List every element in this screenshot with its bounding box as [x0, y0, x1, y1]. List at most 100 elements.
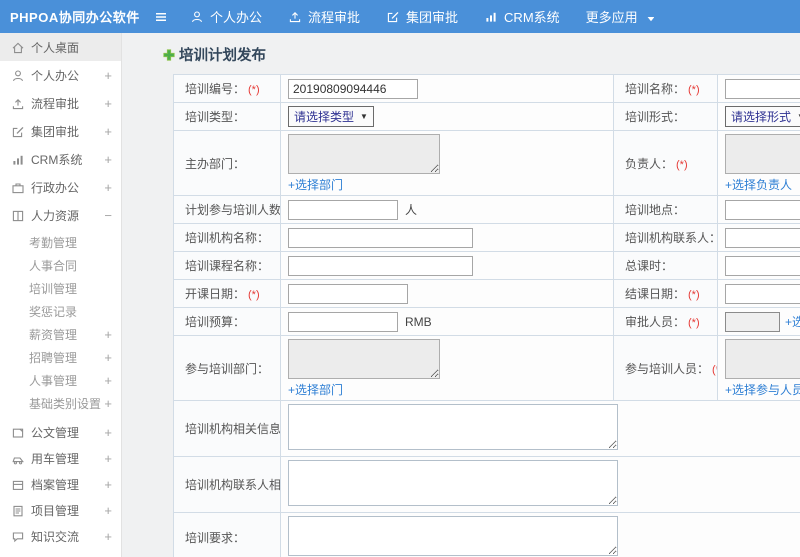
- form-row: 培训要求：: [173, 512, 800, 557]
- select-leader-link[interactable]: +选择负责人: [725, 176, 792, 193]
- sidebar-subitem-personnel[interactable]: 人事管理 +: [0, 369, 121, 392]
- requirements-textarea[interactable]: [288, 515, 618, 556]
- sidebar-subitem-base-category[interactable]: 基础类别设置 +: [0, 392, 121, 415]
- expand-icon[interactable]: +: [104, 180, 112, 195]
- contact-info-textarea[interactable]: [288, 460, 618, 506]
- sidebar-item-official-doc[interactable]: 公文管理 +: [0, 419, 121, 445]
- archive-icon: [12, 480, 24, 490]
- nav-group-approval[interactable]: 集团审批: [386, 7, 458, 26]
- expand-icon[interactable]: +: [104, 96, 112, 111]
- budget-input[interactable]: [288, 311, 398, 332]
- select-approver-link[interactable]: +选择审批人员: [785, 315, 800, 329]
- leader-label: 负责人： (*): [613, 130, 718, 196]
- form-row: 培训课程名称： 总课时：: [173, 251, 800, 280]
- expand-icon[interactable]: +: [104, 68, 112, 83]
- start-date-label: 开课日期： (*): [173, 279, 281, 308]
- sidebar-item-project[interactable]: 项目管理 +: [0, 497, 121, 523]
- end-date-label: 结课日期： (*): [613, 279, 718, 308]
- sidebar-subitem-recruit[interactable]: 招聘管理 +: [0, 346, 121, 369]
- edit-icon: [387, 11, 399, 22]
- org-name-input[interactable]: [288, 227, 473, 248]
- location-input[interactable]: [725, 199, 800, 220]
- sidebar-item-archive[interactable]: 档案管理 +: [0, 471, 121, 497]
- unit-label: RMB: [405, 314, 432, 329]
- training-name-input[interactable]: [725, 78, 800, 99]
- course-name-input[interactable]: [288, 255, 473, 276]
- participating-dept-textarea[interactable]: [288, 339, 440, 379]
- expand-icon[interactable]: +: [104, 529, 112, 544]
- top-bar: PHPOA协同办公软件 个人办公 流程审批 集团审批 CRM系统 更多应用: [0, 0, 800, 33]
- form-row: 培训机构联系人相关信息：: [173, 456, 800, 513]
- chart-icon: [13, 155, 23, 165]
- nav-more-apps[interactable]: 更多应用: [586, 7, 654, 26]
- expand-icon[interactable]: +: [104, 124, 112, 139]
- sidebar-item-admin-office[interactable]: 行政办公 +: [0, 173, 121, 201]
- training-form-select[interactable]: 请选择形式 ▼: [725, 106, 800, 127]
- menu-toggle-button[interactable]: [154, 10, 168, 24]
- sidebar: 个人桌面 个人办公 + 流程审批 + 集团审批 + CRM系统 + 行政办公 +…: [0, 33, 122, 557]
- upload-icon: [289, 11, 301, 22]
- expand-icon[interactable]: +: [104, 152, 112, 167]
- expand-icon[interactable]: +: [104, 373, 112, 388]
- select-dept-link[interactable]: +选择部门: [288, 176, 343, 193]
- sidebar-item-knowledge[interactable]: 知识交流 +: [0, 523, 121, 549]
- expand-icon[interactable]: +: [104, 477, 112, 492]
- contact-info-label: 培训机构联系人相关信息：: [173, 456, 281, 513]
- top-nav: 个人办公 流程审批 集团审批 CRM系统 更多应用: [190, 7, 654, 26]
- org-info-textarea[interactable]: [288, 404, 618, 450]
- chart-icon: [486, 12, 496, 22]
- select-dept-link[interactable]: +选择部门: [288, 381, 343, 398]
- sidebar-item-personal-desktop[interactable]: 个人桌面: [0, 33, 121, 61]
- collapse-icon[interactable]: −: [104, 208, 112, 223]
- training-type-label: 培训类型：: [173, 102, 281, 131]
- approver-input[interactable]: [725, 311, 780, 332]
- participating-people-textarea[interactable]: [725, 339, 800, 379]
- unit-label: 人: [405, 202, 418, 217]
- sidebar-item-crm[interactable]: CRM系统 +: [0, 145, 121, 173]
- start-date-input[interactable]: [288, 283, 408, 304]
- main-content: 培训计划发布 培训编号：(*) 培训名称：(*) 培训类型： 请选择类型 ▼: [123, 33, 800, 557]
- select-participants-link[interactable]: +选择参与人员: [725, 381, 800, 398]
- caret-down-icon: [647, 16, 654, 21]
- total-hours-input[interactable]: [725, 255, 800, 276]
- sidebar-subitem-attendance[interactable]: 考勤管理: [0, 231, 121, 254]
- nav-personal-office[interactable]: 个人办公: [190, 7, 262, 26]
- nav-crm-system[interactable]: CRM系统: [484, 7, 560, 26]
- sidebar-subitem-reward-record[interactable]: 奖惩记录: [0, 300, 121, 323]
- training-plan-form: 培训编号：(*) 培训名称：(*) 培训类型： 请选择类型 ▼ 培训形式： 请选: [173, 74, 800, 557]
- expand-icon[interactable]: +: [104, 503, 112, 518]
- required-mark: (*): [676, 158, 688, 171]
- org-contact-input[interactable]: [725, 227, 800, 248]
- page-title: 培训计划发布: [162, 44, 800, 65]
- expand-icon[interactable]: +: [104, 396, 112, 411]
- sidebar-subitem-training[interactable]: 培训管理: [0, 277, 121, 300]
- user-icon: [13, 69, 23, 81]
- participating-people-label: 参与培训人员：(*): [613, 335, 718, 401]
- end-date-input[interactable]: [725, 283, 800, 304]
- host-dept-textarea[interactable]: [288, 134, 440, 174]
- training-form-label: 培训形式：: [613, 102, 718, 131]
- sidebar-subitem-salary[interactable]: 薪资管理 +: [0, 323, 121, 346]
- nav-workflow-approval[interactable]: 流程审批: [288, 7, 360, 26]
- form-row: 培训机构名称： 培训机构联系人：: [173, 223, 800, 252]
- leader-textarea[interactable]: [725, 134, 800, 174]
- sidebar-item-workflow-approval[interactable]: 流程审批 +: [0, 89, 121, 117]
- participant-count-input[interactable]: [288, 199, 398, 220]
- sidebar-item-group-approval[interactable]: 集团审批 +: [0, 117, 121, 145]
- sidebar-item-hr[interactable]: 人力资源 −: [0, 201, 121, 229]
- form-row: 参与培训部门： +选择部门 参与培训人员：(*) +选择参与人员: [173, 335, 800, 401]
- sidebar-item-vehicle[interactable]: 用车管理 +: [0, 445, 121, 471]
- expand-icon[interactable]: +: [104, 327, 112, 342]
- training-no-input[interactable]: [288, 78, 418, 99]
- required-mark: (*): [248, 289, 260, 301]
- expand-icon[interactable]: +: [104, 425, 112, 440]
- sidebar-bottom-group: 公文管理 + 用车管理 + 档案管理 + 项目管理 + 知识交流 +: [0, 419, 121, 549]
- expand-icon[interactable]: +: [104, 451, 112, 466]
- sidebar-item-personal-office[interactable]: 个人办公 +: [0, 61, 121, 89]
- chat-icon: [12, 531, 24, 542]
- expand-icon[interactable]: +: [104, 350, 112, 365]
- briefcase-icon: [12, 182, 24, 193]
- sidebar-subitem-hr-contract[interactable]: 人事合同: [0, 254, 121, 277]
- required-mark: (*): [712, 363, 716, 376]
- training-type-select[interactable]: 请选择类型 ▼: [288, 106, 374, 127]
